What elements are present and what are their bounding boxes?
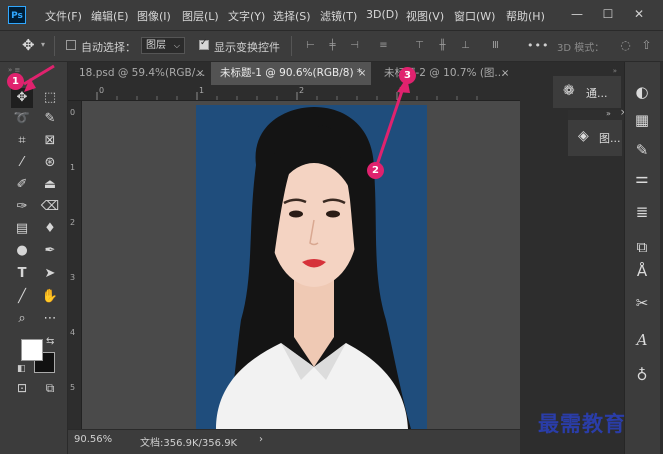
- watermark: 最需教育: [538, 411, 626, 436]
- annotation-badge-3: 3: [399, 67, 416, 84]
- arrowhead-icon: [24, 78, 36, 92]
- annotation-arrow-2: [374, 87, 405, 169]
- annotation-arrow-1: [23, 64, 55, 86]
- annotation-overlay: [23, 64, 410, 169]
- annotation-badge-1: 1: [7, 73, 24, 90]
- annotation-badge-2: 2: [367, 162, 384, 179]
